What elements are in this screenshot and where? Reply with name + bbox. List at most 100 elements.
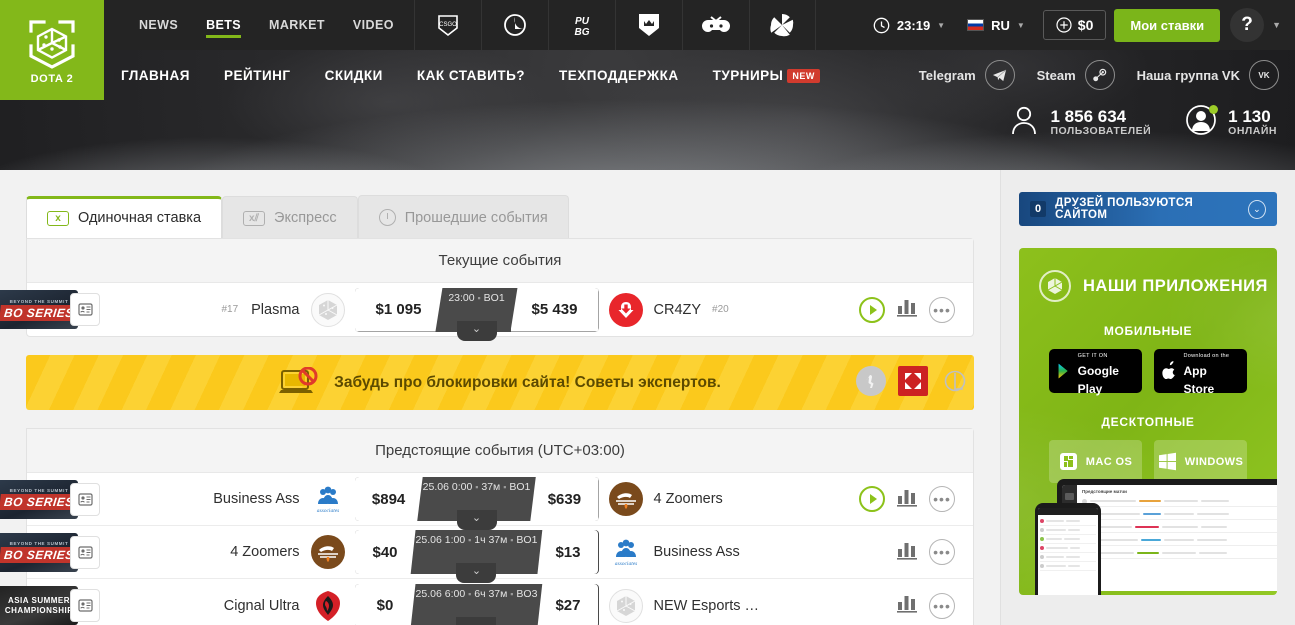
tab-express[interactable]: x⫽ Экспресс <box>222 196 358 239</box>
rocket-league-icon[interactable] <box>748 0 816 50</box>
expand-match-button[interactable]: ⌄ <box>456 616 497 625</box>
clash-royale-icon[interactable] <box>614 0 682 50</box>
game-filter-row <box>856 366 970 396</box>
subnav-main[interactable]: ГЛАВНАЯ <box>104 68 207 83</box>
expand-match-button[interactable]: ⌄ <box>456 320 497 341</box>
windows-button[interactable]: WINDOWS <box>1154 440 1247 483</box>
odds-button-team1[interactable]: $894 <box>354 477 423 521</box>
nav-news[interactable]: NEWS <box>125 0 192 50</box>
mac-os-icon <box>1059 453 1077 470</box>
odds-button-team1[interactable]: $40 <box>354 530 416 574</box>
match-format: BO1 <box>483 291 505 304</box>
odds-button-team2[interactable]: $639 <box>530 477 599 521</box>
mobile-store-buttons: GET IT ON Google Play Download on the Ap… <box>1019 349 1277 396</box>
nav-market[interactable]: MARKET <box>255 0 339 50</box>
more-options-button[interactable]: ••• <box>929 539 955 565</box>
page-content: x Одиночная ставка x⫽ Экспресс Прошедшие… <box>0 170 1295 625</box>
statistics-button[interactable] <box>896 540 918 565</box>
language-selector[interactable]: RU ▼ <box>957 18 1035 33</box>
odds-block: $894 25.06 0:00 ▪ 37м ▪ BO1 ⌄ $639 <box>354 477 599 530</box>
odds-button-team1[interactable]: $0 <box>354 583 416 625</box>
row-actions: ••• <box>853 486 973 512</box>
tab-single-bet[interactable]: x Одиночная ставка <box>26 196 223 239</box>
watch-stream-button[interactable] <box>859 486 885 512</box>
team-name: Business Ass <box>213 491 300 507</box>
promo-banner[interactable]: Забудь про блокировки сайта! Советы эксп… <box>26 355 974 410</box>
tab-history[interactable]: Прошедшие события <box>357 195 569 239</box>
team-rank: #17 <box>221 304 239 315</box>
statistics-button[interactable] <box>896 297 918 322</box>
blocked-laptop-icon <box>279 366 321 399</box>
apps-desktop-label: ДЕСКТОПНЫЕ <box>1101 415 1195 429</box>
more-options-button[interactable]: ••• <box>929 486 955 512</box>
social-steam[interactable]: Steam <box>1037 60 1115 90</box>
social-vk-label: Наша группа VK <box>1136 67 1240 83</box>
nav-video[interactable]: VIDEO <box>339 0 408 50</box>
match-info-button[interactable] <box>70 535 100 569</box>
odds-button-team2[interactable]: $13 <box>537 530 599 574</box>
app-store-label: App Store <box>1183 364 1215 396</box>
subnav-discounts[interactable]: СКИДКИ <box>308 68 400 83</box>
my-bets-button[interactable]: Мои ставки <box>1114 8 1221 42</box>
match-info-button[interactable] <box>70 589 100 622</box>
lol-icon[interactable] <box>480 0 548 50</box>
table-row[interactable]: BEYOND THE SUMMIT BO SERIES Business Ass… <box>0 473 973 530</box>
pubg-icon[interactable]: PU BG <box>547 0 615 50</box>
dota2-filter-icon[interactable] <box>898 366 928 396</box>
mac-os-button[interactable]: MAC OS <box>1049 440 1142 483</box>
subnav-tournaments[interactable]: ТУРНИРЫ NEW <box>696 68 837 83</box>
subnav-support[interactable]: ТЕХПОДДЕРЖКА <box>542 68 696 83</box>
subnav-how-to-bet[interactable]: КАК СТАВИТЬ? <box>400 68 542 83</box>
odds-button-team2[interactable]: $5 439 <box>510 287 599 332</box>
match-date: 25.06 <box>415 534 442 546</box>
tournament-image: BEYOND THE SUMMIT BO SERIES <box>0 290 78 329</box>
table-row[interactable]: BEYOND THE SUMMIT BO SERIES 4 Zoomers $4… <box>0 526 973 583</box>
nav-bets[interactable]: BETS <box>192 0 255 50</box>
subnav-rating[interactable]: РЕЙТИНГ <box>207 68 308 83</box>
watch-stream-button[interactable] <box>859 296 885 323</box>
match-time-format: 25.06 6:00 ▪ 6ч 37м ▪ BO3 <box>416 588 538 600</box>
statistics-button[interactable] <box>896 487 918 512</box>
site-logo[interactable]: DOTA 2 <box>0 0 104 100</box>
more-options-button[interactable]: ••• <box>929 296 955 323</box>
match-info-button[interactable] <box>70 482 100 516</box>
social-vk[interactable]: Наша группа VK VK <box>1137 60 1279 90</box>
odds-button-team1[interactable]: $1 095 <box>354 287 443 332</box>
match-time: 0:00 <box>451 481 473 493</box>
express-bet-icon: x⫽ <box>243 210 266 226</box>
gamepad-icon[interactable] <box>681 0 749 50</box>
tournament-badge[interactable]: ASIA SUMMER CHAMPIONSHIP <box>0 586 100 625</box>
odds-block: $40 25.06 1:00 ▪ 1ч 37м ▪ BO1 ⌄ $13 <box>354 530 599 583</box>
app-store-button[interactable]: Download on the App Store <box>1154 349 1247 396</box>
friends-label: ДРУЗЕЙ ПОЛЬЗУЮТСЯ САЙТОМ <box>1055 197 1194 221</box>
match-info-button[interactable] <box>70 293 100 326</box>
team-logo <box>608 588 643 623</box>
tournament-badge[interactable]: BEYOND THE SUMMIT BO SERIES <box>0 479 100 519</box>
table-row[interactable]: BEYOND THE SUMMIT BO SERIES #17 Plasma $… <box>0 283 973 341</box>
clock-widget[interactable]: 23:19 ▼ <box>861 17 957 34</box>
tournament-image: ASIA SUMMER CHAMPIONSHIP <box>0 586 78 625</box>
balance-button[interactable]: $0 <box>1042 10 1107 40</box>
lol-filter-icon[interactable] <box>940 366 970 396</box>
odds-button-team2[interactable]: $27 <box>537 583 599 625</box>
team-logo: associates <box>310 482 345 516</box>
tournament-badge[interactable]: BEYOND THE SUMMIT BO SERIES <box>0 290 100 329</box>
google-play-button[interactable]: GET IT ON Google Play <box>1049 349 1142 396</box>
tournament-main-text: BO SERIES <box>0 304 78 321</box>
statistics-button[interactable] <box>896 593 918 618</box>
social-telegram[interactable]: Telegram <box>919 60 1015 90</box>
chevron-down-icon[interactable]: ▼ <box>1264 20 1287 30</box>
tournament-main-text: ASIA SUMMER CHAMPIONSHIP <box>5 596 73 616</box>
table-row[interactable]: ASIA SUMMER CHAMPIONSHIP Cignal Ultra $0… <box>0 579 973 625</box>
match-duration: 6ч 37м <box>474 587 508 600</box>
csgo-icon[interactable]: CSGO <box>413 0 481 50</box>
upcoming-events-title: Предстоящие события (UTC+03:00) <box>27 429 973 473</box>
friends-widget[interactable]: 0 ДРУЗЕЙ ПОЛЬЗУЮТСЯ САЙТОМ ⌄ <box>1019 192 1277 226</box>
tournament-badge[interactable]: BEYOND THE SUMMIT BO SERIES <box>0 532 100 572</box>
help-button[interactable]: ? <box>1230 8 1265 42</box>
csgo-filter-icon[interactable] <box>856 366 886 396</box>
more-options-button[interactable]: ••• <box>929 592 955 619</box>
match-meta: 25.06 0:00 ▪ 37м ▪ BO1 ⌄ <box>423 477 530 530</box>
chevron-down-icon[interactable]: ⌄ <box>1247 199 1266 219</box>
live-events-panel: Текущие события BEYOND THE SUMMIT BO SER… <box>0 238 974 341</box>
